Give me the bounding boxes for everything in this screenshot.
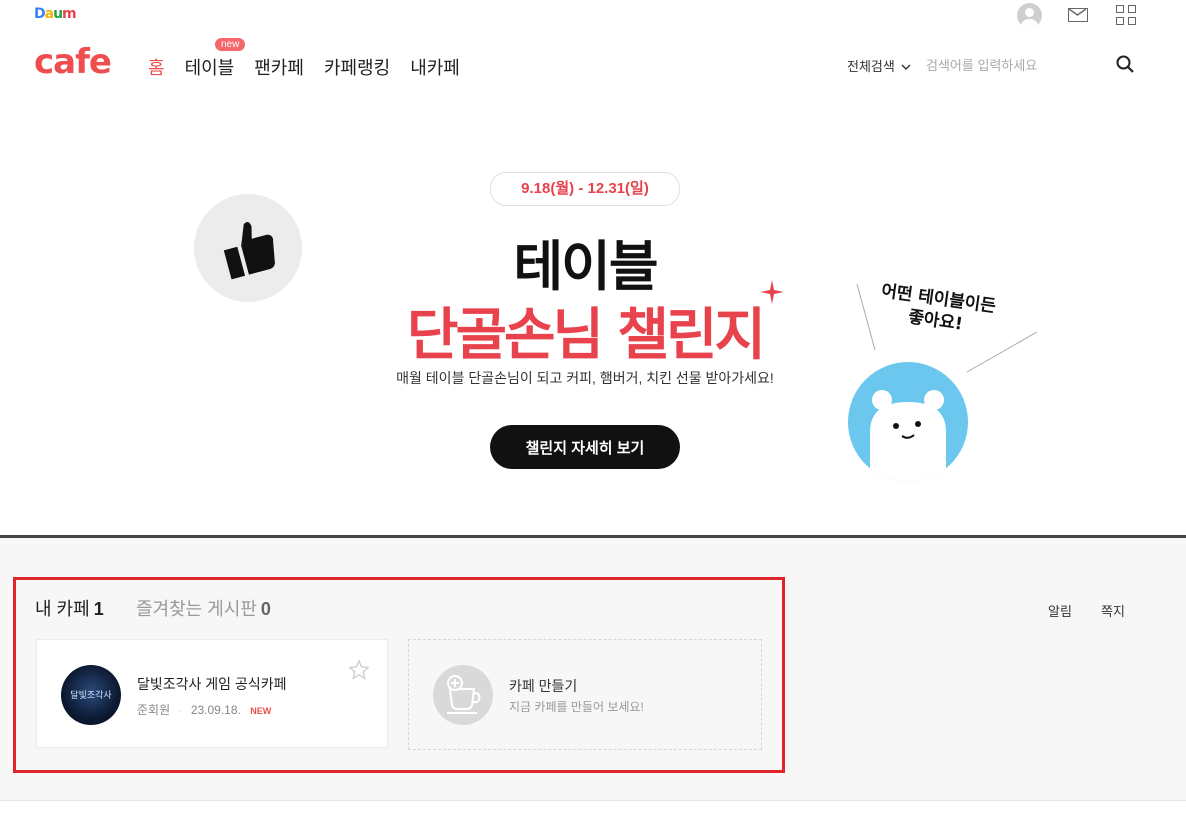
tab-fav-label: 즐겨찾는 게시판: [136, 599, 257, 619]
new-badge: new: [215, 38, 246, 51]
profile-icon[interactable]: [1017, 3, 1042, 28]
main-nav: 홈 테이블 팬카페 카페랭킹 내카페: [148, 54, 480, 80]
search-icon[interactable]: [1116, 55, 1134, 73]
thumbs-up-icon: [223, 222, 275, 280]
cup-plus-icon: [447, 675, 481, 714]
cafe-date: 23.09.18.: [190, 703, 241, 717]
apps-icon[interactable]: [1116, 5, 1136, 25]
nav-item-fancafe[interactable]: 팬카페: [254, 54, 304, 80]
search-input[interactable]: [924, 50, 1088, 80]
nav-item-home[interactable]: 홈: [148, 54, 165, 80]
create-cafe-subtitle: 지금 카페를 만들어 보세요!: [509, 700, 644, 714]
tab-mycafe-count: 1: [93, 599, 104, 619]
daum-logo[interactable]: Daum: [34, 6, 77, 22]
mail-icon[interactable]: [1068, 8, 1088, 22]
tab-mycafe[interactable]: 내 카페 1: [35, 595, 104, 621]
cafe-thumbnail: 달빛조각사: [61, 665, 121, 725]
tab-favorite-boards[interactable]: 즐겨찾는 게시판 0: [136, 595, 271, 621]
new-badge-cafe: NEW: [250, 706, 272, 716]
bear-icon: [870, 390, 946, 482]
cafe-name[interactable]: 달빛조각사 게임 공식카페: [137, 674, 286, 694]
banner-date: 9.18(월) - 12.31(일): [490, 172, 680, 206]
message-link[interactable]: 쪽지: [1101, 601, 1125, 620]
tab-mycafe-label: 내 카페: [35, 599, 90, 619]
create-cafe-icon: [433, 665, 493, 725]
nav-item-ranking[interactable]: 카페랭킹: [324, 54, 390, 80]
banner-title-challenge: 단골손님 챌린지: [406, 303, 766, 368]
bear-character: [848, 362, 968, 482]
tab-fav-count: 0: [260, 599, 271, 619]
chevron-down-icon: [901, 64, 911, 71]
cafe-role: 준회원: [137, 703, 171, 717]
nav-item-mycafe[interactable]: 내카페: [410, 54, 460, 80]
sparkle-icon: [760, 280, 784, 304]
search-scope-dropdown[interactable]: 전체검색: [847, 56, 911, 75]
create-cafe-title: 카페 만들기: [509, 678, 578, 694]
cafe-thumb-text: 달빛조각사: [70, 691, 112, 701]
thumbs-up-illustration: [194, 194, 302, 302]
cafe-logo[interactable]: cafe: [34, 42, 112, 82]
challenge-detail-button[interactable]: 챌린지 자세히 보기: [490, 425, 680, 469]
cafe-card[interactable]: 달빛조각사 달빛조각사 게임 공식카페 준회원 · 23.09.18. NEW: [36, 639, 388, 748]
search-scope-label: 전체검색: [847, 59, 895, 74]
banner-subtitle: 매월 테이블 단골손님이 되고 커피, 햄버거, 치킨 선물 받아가세요!: [396, 370, 774, 386]
nav-item-table[interactable]: 테이블: [185, 54, 235, 80]
cafe-meta: 준회원 · 23.09.18. NEW: [137, 703, 272, 717]
notification-link[interactable]: 알림: [1048, 601, 1072, 620]
create-cafe-card[interactable]: 카페 만들기 지금 카페를 만들어 보세요!: [408, 639, 762, 750]
star-icon[interactable]: [348, 659, 370, 681]
